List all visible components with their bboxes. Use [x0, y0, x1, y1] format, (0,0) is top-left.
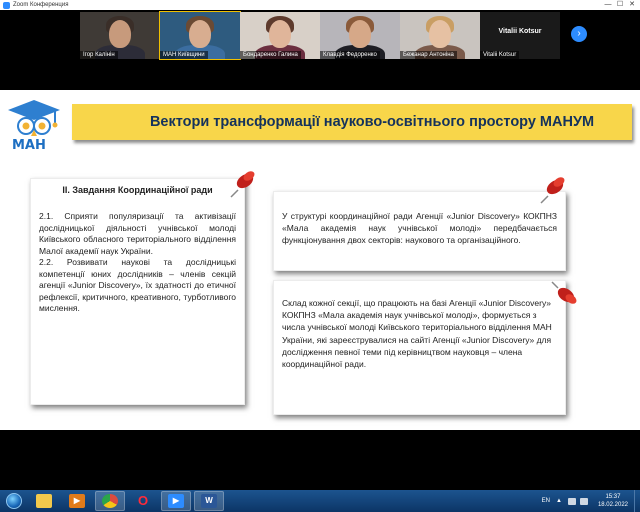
slide-title: Вектори трансформації науково-освітнього… [149, 114, 595, 130]
participant-face [109, 20, 131, 48]
taskbar-app-chrome[interactable] [95, 491, 125, 511]
window-controls: — ☐ ✕ [602, 0, 638, 10]
pushpin-icon [551, 281, 577, 304]
taskbar-app-zoom[interactable]: ▶ [161, 491, 191, 511]
system-tray: EN ▲ 15:37 18.02.2022 [542, 490, 640, 512]
slide-title-band: Вектори трансформації науково-освітнього… [72, 104, 632, 140]
close-button[interactable]: ✕ [626, 0, 638, 10]
participant-face [269, 20, 291, 48]
participant-name: МАН Київщини [160, 51, 208, 59]
participant-strip: Ігор Калінін МАН Київщини Бондаренко Гал… [0, 10, 640, 90]
composition-box: Склад кожної секції, що працюють на базі… [273, 280, 566, 415]
volume-icon[interactable] [579, 497, 588, 505]
structure-box: У структурі координаційної ради Агенції … [273, 191, 566, 271]
opera-icon: O [137, 493, 149, 508]
participant-name: Бежанар Антоніна [400, 51, 457, 59]
task-item: 2.2. Розвивати наукові та дослідницькі к… [39, 257, 236, 313]
participant-tile[interactable]: МАН Київщини [159, 11, 241, 60]
start-button[interactable] [2, 491, 26, 511]
participant-center-name: Vitalii Kotsur [498, 28, 542, 35]
participant-name: Клавдія Федоренко [320, 51, 380, 59]
screen: Zoom Конференция — ☐ ✕ Ігор Калінін МАН … [0, 0, 640, 512]
participant-tile[interactable]: Ігор Калінін [80, 12, 160, 59]
participant-name: Бондаренко Галина [240, 51, 301, 59]
tasks-heading: ІІ. Завдання Координаційної ради [62, 185, 213, 195]
media-player-icon: ▶ [69, 494, 85, 508]
tray-expand-icon[interactable]: ▲ [556, 498, 562, 504]
language-indicator[interactable]: EN [542, 498, 550, 504]
taskbar-app-word[interactable]: W [194, 491, 224, 511]
word-icon: W [201, 494, 217, 508]
participant-tile[interactable]: Клавдія Федоренко [320, 12, 400, 59]
maximize-button[interactable]: ☐ [614, 0, 626, 10]
below-slide-area [0, 430, 640, 490]
participant-face [189, 20, 211, 48]
windows-taskbar: ▶ O ▶ W EN ▲ 15:37 18.02.2022 [0, 490, 640, 512]
clock-time: 15:37 [605, 494, 621, 500]
clock[interactable]: 15:37 18.02.2022 [598, 493, 628, 509]
participant-tile[interactable]: Бежанар Антоніна [400, 12, 480, 59]
logo-text: МАН [12, 138, 46, 153]
window-titlebar: Zoom Конференция — ☐ ✕ [0, 0, 640, 10]
participant-face [349, 20, 371, 48]
chrome-icon [102, 494, 118, 508]
clock-date: 18.02.2022 [597, 502, 628, 508]
pushpin-icon [230, 171, 255, 198]
zoom-icon [3, 1, 10, 9]
composition-text: Склад кожної секції, що працюють на базі… [282, 298, 552, 370]
structure-text: У структурі координаційної ради Агенції … [282, 211, 557, 246]
windows-logo-icon [6, 493, 22, 509]
network-icon[interactable] [567, 497, 576, 505]
minimize-button[interactable]: — [602, 0, 614, 10]
show-desktop-button[interactable] [634, 490, 640, 512]
shared-slide: МАН Вектори трансформації науково-освітн… [0, 90, 640, 451]
tasks-box: ІІ. Завдання Координаційної ради 2.1. Сп… [30, 178, 245, 405]
task-item: 2.1. Сприяти популяризації та активізаці… [39, 211, 236, 256]
window-title: Zoom Конференция [13, 2, 69, 8]
taskbar-app-media[interactable]: ▶ [62, 491, 92, 511]
chevron-right-icon[interactable]: › [571, 26, 587, 42]
taskbar-app-opera[interactable]: O [128, 491, 158, 511]
participant-tile[interactable]: Vitalii Kotsur Vitalii Kotsur [480, 12, 560, 59]
folder-icon [36, 494, 52, 508]
pushpin-icon [540, 177, 565, 204]
participant-face [429, 20, 451, 48]
participant-tile[interactable]: Бондаренко Галина [240, 12, 320, 59]
participant-name: Ігор Калінін [80, 51, 118, 59]
zoom-app-icon: ▶ [168, 494, 184, 508]
participant-name: Vitalii Kotsur [480, 51, 520, 59]
taskbar-app-explorer[interactable] [29, 491, 59, 511]
